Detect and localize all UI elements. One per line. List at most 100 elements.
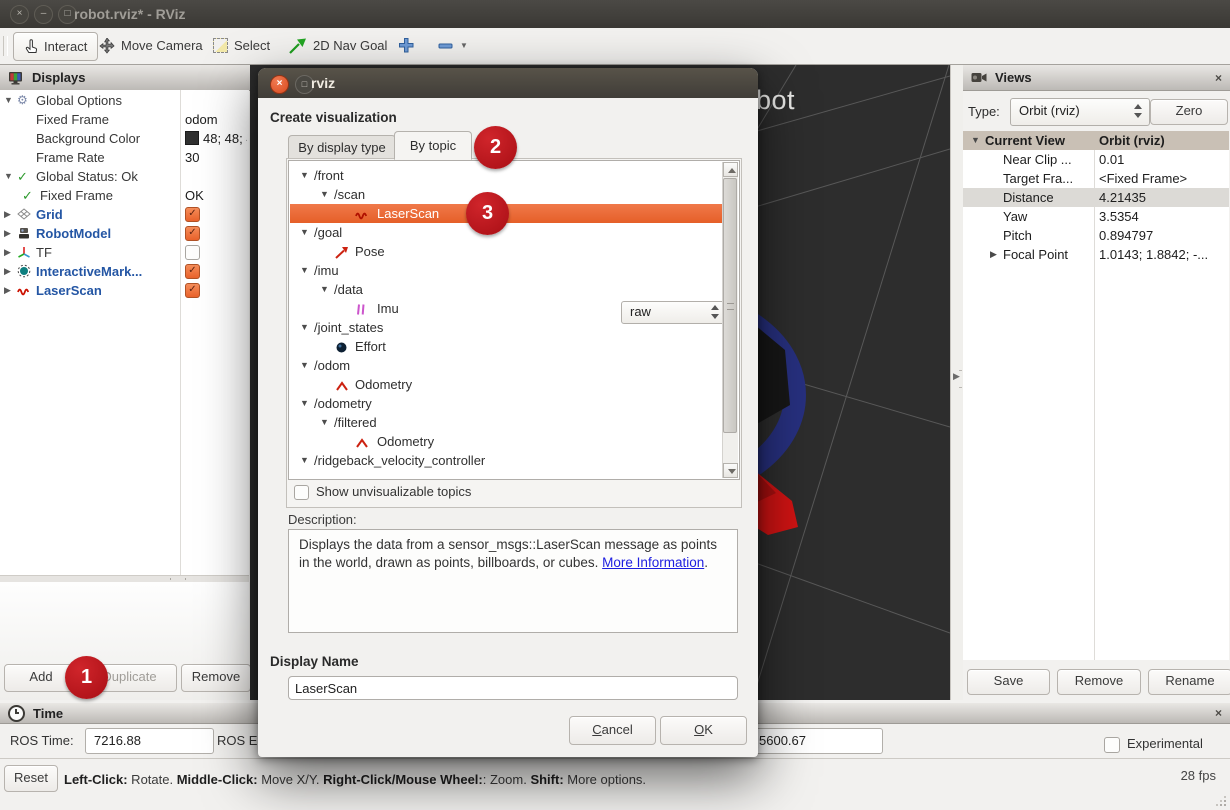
save-view-button[interactable]: Save: [967, 669, 1050, 695]
ros-time-field[interactable]: 7216.88: [85, 728, 214, 754]
enabled-checkbox[interactable]: ✓: [185, 264, 200, 279]
remove-tool-button[interactable]: ▼: [438, 32, 468, 59]
tree-row-fixed-frame[interactable]: Fixed Frame odom: [0, 110, 249, 129]
scrollbar[interactable]: [722, 162, 738, 478]
topic-row[interactable]: ▼/imu: [290, 261, 722, 280]
nav-goal-tool-button[interactable]: 2D Nav Goal: [289, 32, 387, 59]
topic-row[interactable]: Odometry: [290, 375, 722, 394]
enabled-checkbox[interactable]: ✓: [185, 207, 200, 222]
enabled-checkbox[interactable]: ✓: [185, 283, 200, 298]
chevron-down-icon[interactable]: ▼: [320, 413, 329, 432]
view-row-distance[interactable]: Distance 4.21435: [963, 188, 1229, 207]
scrollbar-thumb[interactable]: [723, 178, 737, 433]
tree-row-frame-rate[interactable]: Frame Rate 30: [0, 148, 249, 167]
tree-row-robotmodel[interactable]: ▶ RobotModel ✓: [0, 224, 249, 243]
chevron-down-icon[interactable]: ▼: [971, 131, 980, 150]
zero-button[interactable]: Zero: [1150, 99, 1228, 125]
topic-row[interactable]: Pose: [290, 242, 722, 261]
tree-row-laserscan[interactable]: ▶ LaserScan ✓: [0, 281, 249, 300]
more-information-link[interactable]: More Information: [602, 555, 704, 570]
view-row-focal-point[interactable]: ▶ Focal Point 1.0143; 1.8842; -...: [963, 245, 1229, 264]
move-camera-tool-button[interactable]: Move Camera: [99, 32, 203, 59]
view-property-value[interactable]: 0.01: [1099, 150, 1124, 169]
topic-row[interactable]: ▼/ridgeback_velocity_controller: [290, 451, 722, 470]
tree-row-global-status[interactable]: ▼ ✓ Global Status: Ok: [0, 167, 249, 186]
wall-time-field[interactable]: 5600.67: [750, 728, 883, 754]
chevron-down-icon[interactable]: ▼: [300, 261, 309, 280]
imu-display-combobox[interactable]: raw: [621, 301, 727, 324]
view-property-value[interactable]: 4.21435: [1099, 188, 1146, 207]
chevron-right-icon[interactable]: ▶: [4, 262, 11, 281]
tree-row-interactive-markers[interactable]: ▶ InteractiveMark... ✓: [0, 262, 249, 281]
close-icon[interactable]: ×: [1215, 707, 1222, 719]
topic-row[interactable]: ▼/front: [290, 166, 722, 185]
tree-row-grid[interactable]: ▶ Grid ✓: [0, 205, 249, 224]
view-property-value[interactable]: 3.5354: [1099, 207, 1139, 226]
add-tool-button[interactable]: [398, 32, 415, 59]
topic-row[interactable]: ▼/data: [290, 280, 722, 299]
topic-tree-list[interactable]: ▼/front ▼/scan LaserScan ▼/goal Pose ▼/i…: [288, 160, 740, 480]
topic-row[interactable]: Odometry: [290, 432, 722, 451]
topic-row[interactable]: ▼/scan: [290, 185, 722, 204]
remove-view-button[interactable]: Remove: [1057, 669, 1141, 695]
chevron-down-icon[interactable]: ▼: [300, 451, 309, 470]
view-property-value[interactable]: 1.0143; 1.8842; -...: [1099, 245, 1208, 264]
view-row-pitch[interactable]: Pitch 0.894797: [963, 226, 1229, 245]
spinner-arrows-icon[interactable]: [711, 304, 720, 320]
interact-tool-button[interactable]: Interact: [13, 32, 98, 61]
display-name-input[interactable]: [288, 676, 738, 700]
chevron-down-icon[interactable]: ▼: [300, 356, 309, 375]
enabled-checkbox[interactable]: [185, 245, 200, 260]
chevron-right-icon[interactable]: ▶: [4, 243, 11, 262]
tree-row-tf[interactable]: ▶ TF: [0, 243, 249, 262]
select-tool-button[interactable]: Select: [213, 32, 270, 59]
remove-display-button[interactable]: Remove: [181, 664, 251, 692]
chevron-down-icon[interactable]: ▼: [4, 167, 13, 186]
chevron-down-icon[interactable]: ▼: [4, 91, 13, 110]
view-property-value[interactable]: 0.894797: [1099, 226, 1153, 245]
reset-button[interactable]: Reset: [4, 765, 58, 792]
window-close-icon[interactable]: ×: [10, 5, 29, 24]
chevron-right-icon[interactable]: ▶: [990, 245, 997, 264]
property-value[interactable]: odom: [185, 110, 218, 129]
dialog-title-bar[interactable]: × □ rviz: [258, 68, 758, 98]
property-value[interactable]: 48; 48; 48: [185, 129, 247, 148]
topic-row[interactable]: Effort: [290, 337, 722, 356]
chevron-down-icon[interactable]: ▼: [300, 318, 309, 337]
chevron-right-icon[interactable]: ▶: [4, 205, 11, 224]
close-icon[interactable]: ×: [1215, 72, 1222, 84]
tree-row-background-color[interactable]: Background Color 48; 48; 48: [0, 129, 249, 148]
view-row-current[interactable]: ▼ Current View Orbit (rviz): [963, 131, 1229, 150]
experimental-checkbox[interactable]: [1104, 737, 1120, 753]
toolbar-grip[interactable]: [3, 36, 8, 56]
tree-row-global-options[interactable]: ▼ ⚙ Global Options: [0, 91, 249, 110]
topic-row[interactable]: ▼/goal: [290, 223, 722, 242]
tool-dropdown-caret-icon[interactable]: ▼: [460, 41, 468, 50]
property-value[interactable]: 30: [185, 148, 199, 167]
view-property-value[interactable]: <Fixed Frame>: [1099, 169, 1187, 188]
dialog-close-icon[interactable]: ×: [270, 75, 289, 94]
ok-button[interactable]: OK: [660, 716, 747, 745]
cancel-button[interactable]: Cancel: [569, 716, 656, 745]
resize-grip[interactable]: [1216, 796, 1226, 806]
view-type-combobox[interactable]: Orbit (rviz): [1010, 98, 1150, 126]
topic-row[interactable]: ▼/odometry: [290, 394, 722, 413]
chevron-down-icon[interactable]: ▼: [320, 185, 329, 204]
chevron-down-icon[interactable]: ▼: [300, 223, 309, 242]
tree-row-fixed-frame-status[interactable]: ✓ Fixed Frame OK: [0, 186, 249, 205]
topic-row[interactable]: ▼/odom: [290, 356, 722, 375]
view-row-target-frame[interactable]: Target Fra... <Fixed Frame>: [963, 169, 1229, 188]
window-minimize-icon[interactable]: –: [34, 5, 53, 24]
view-row-near-clip[interactable]: Near Clip ... 0.01: [963, 150, 1229, 169]
chevron-down-icon[interactable]: ▼: [320, 280, 329, 299]
chevron-down-icon[interactable]: ▼: [300, 394, 309, 413]
chevron-right-icon[interactable]: ▶: [4, 281, 11, 300]
rename-view-button[interactable]: Rename: [1148, 669, 1230, 695]
topic-row[interactable]: ▼/filtered: [290, 413, 722, 432]
chevron-right-icon[interactable]: ▶: [4, 224, 11, 243]
show-unvisualizable-checkbox[interactable]: [294, 485, 309, 500]
enabled-checkbox[interactable]: ✓: [185, 226, 200, 241]
spinner-arrows-icon[interactable]: [1134, 103, 1143, 119]
scroll-up-icon[interactable]: [723, 162, 738, 177]
view-row-yaw[interactable]: Yaw 3.5354: [963, 207, 1229, 226]
